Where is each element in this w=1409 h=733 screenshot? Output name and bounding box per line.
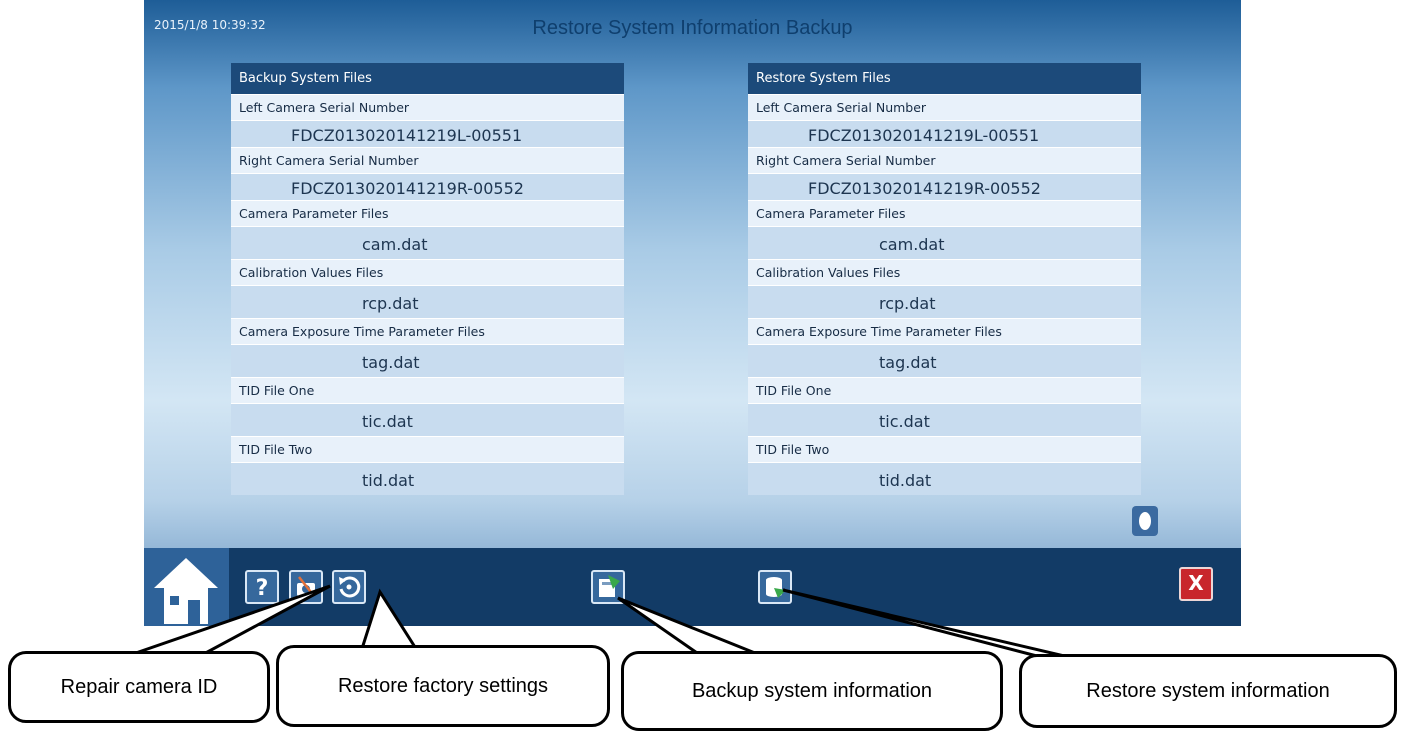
callout-restore-factory-settings: Restore factory settings (276, 645, 610, 727)
callout-pointers (129, 584, 1091, 664)
callout-repair-camera-id: Repair camera ID (8, 651, 270, 723)
backup-callout-pointer (617, 596, 761, 657)
callout-restore-system-information: Restore system information (1019, 654, 1397, 728)
callout-backup-system-information: Backup system information (621, 651, 1003, 731)
